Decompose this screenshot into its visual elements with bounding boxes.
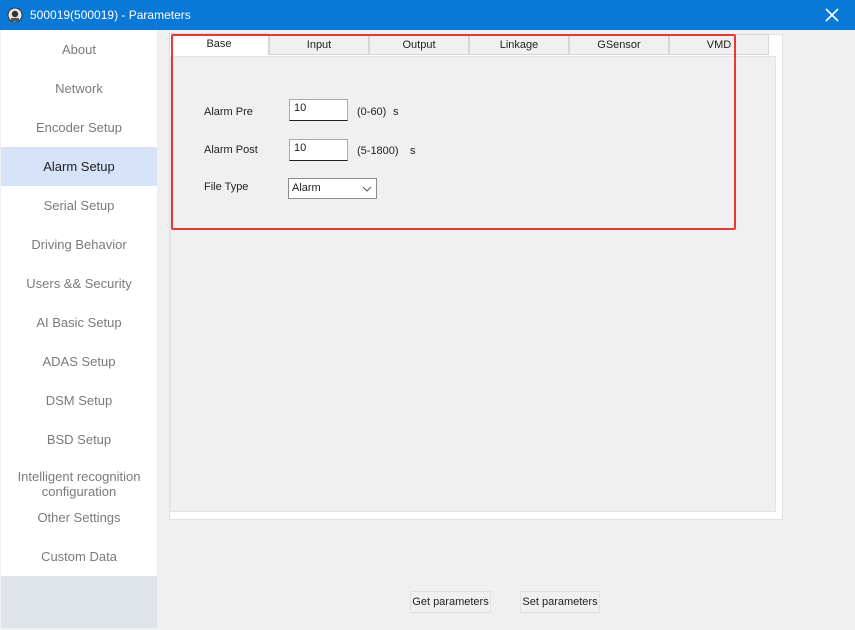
sidebar-item-serial-setup[interactable]: Serial Setup xyxy=(1,186,157,225)
close-icon xyxy=(825,8,839,22)
sidebar-item-custom-data[interactable]: Custom Data xyxy=(1,537,157,576)
set-parameters-button[interactable]: Set parameters xyxy=(520,591,600,613)
sidebar: About Network Encoder Setup Alarm Setup … xyxy=(1,30,157,628)
sidebar-item-other-settings[interactable]: Other Settings xyxy=(1,498,157,537)
close-button[interactable] xyxy=(809,0,855,30)
get-parameters-button[interactable]: Get parameters xyxy=(410,591,491,613)
window-title: 500019(500019) - Parameters xyxy=(30,8,191,22)
sidebar-item-ai-basic-setup[interactable]: AI Basic Setup xyxy=(1,303,157,342)
sidebar-item-alarm-setup[interactable]: Alarm Setup xyxy=(1,147,157,186)
sidebar-item-bsd-setup[interactable]: BSD Setup xyxy=(1,420,157,459)
sidebar-item-users-security[interactable]: Users && Security xyxy=(1,264,157,303)
sidebar-item-driving-behavior[interactable]: Driving Behavior xyxy=(1,225,157,264)
sidebar-item-network[interactable]: Network xyxy=(1,69,157,108)
title-bar: 500019(500019) - Parameters xyxy=(0,0,855,30)
sidebar-item-adas-setup[interactable]: ADAS Setup xyxy=(1,342,157,381)
sidebar-item-about[interactable]: About xyxy=(1,30,157,69)
sidebar-item-encoder-setup[interactable]: Encoder Setup xyxy=(1,108,157,147)
sidebar-item-dsm-setup[interactable]: DSM Setup xyxy=(1,381,157,420)
sidebar-list: About Network Encoder Setup Alarm Setup … xyxy=(1,30,157,576)
app-icon xyxy=(7,7,23,23)
highlight-box xyxy=(171,34,736,230)
